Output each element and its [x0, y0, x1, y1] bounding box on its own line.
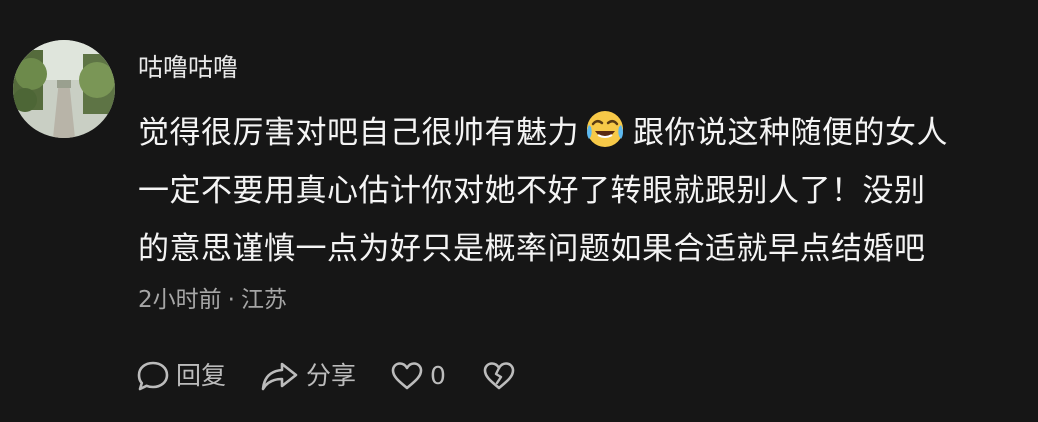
comment-text-part-2: 跟你说这种随便的女人 — [633, 115, 948, 151]
laughing-crying-emoji-icon — [585, 109, 625, 149]
share-label: 分享 — [306, 361, 357, 390]
comment-line-1: 觉得很厉害对吧自己很帅有魅力 跟你说这种随便的女人 — [138, 104, 1028, 162]
meta-separator: · — [227, 287, 235, 313]
like-count: 0 — [430, 361, 446, 390]
comment-meta: 2小时前 · 江苏 — [138, 283, 287, 317]
comment-actions: 回复 分享 0 — [136, 356, 516, 396]
broken-heart-icon — [482, 360, 516, 392]
avatar[interactable] — [13, 40, 115, 138]
comment-text: 觉得很厉害对吧自己很帅有魅力 跟你说这种随便的女人 一定不要用真心估计你对她不好… — [138, 104, 1028, 278]
reply-label: 回复 — [176, 361, 227, 390]
like-button[interactable]: 0 — [390, 356, 446, 396]
share-button[interactable]: 分享 — [260, 356, 356, 396]
comment-bubble-icon — [136, 360, 170, 392]
reply-button[interactable]: 回复 — [136, 356, 226, 396]
comment-item: 咕噜咕噜 觉得很厉害对吧自己很帅有魅力 跟你说这种随便的女人 一定不要用真心估计… — [0, 0, 1038, 422]
comment-text-part-1: 觉得很厉害对吧自己很帅有魅力 — [138, 115, 579, 151]
heart-icon — [390, 360, 424, 392]
location: 江苏 — [240, 287, 287, 313]
comment-line-3: 的意思谨慎一点为好只是概率问题如果合适就早点结婚吧 — [138, 231, 926, 267]
comment-line-2: 一定不要用真心估计你对她不好了转眼就跟别人了！没别 — [138, 173, 926, 209]
username[interactable]: 咕噜咕噜 — [138, 50, 238, 86]
dislike-button[interactable] — [482, 360, 516, 392]
share-arrow-icon — [260, 360, 300, 392]
timestamp: 2小时前 — [138, 287, 222, 313]
